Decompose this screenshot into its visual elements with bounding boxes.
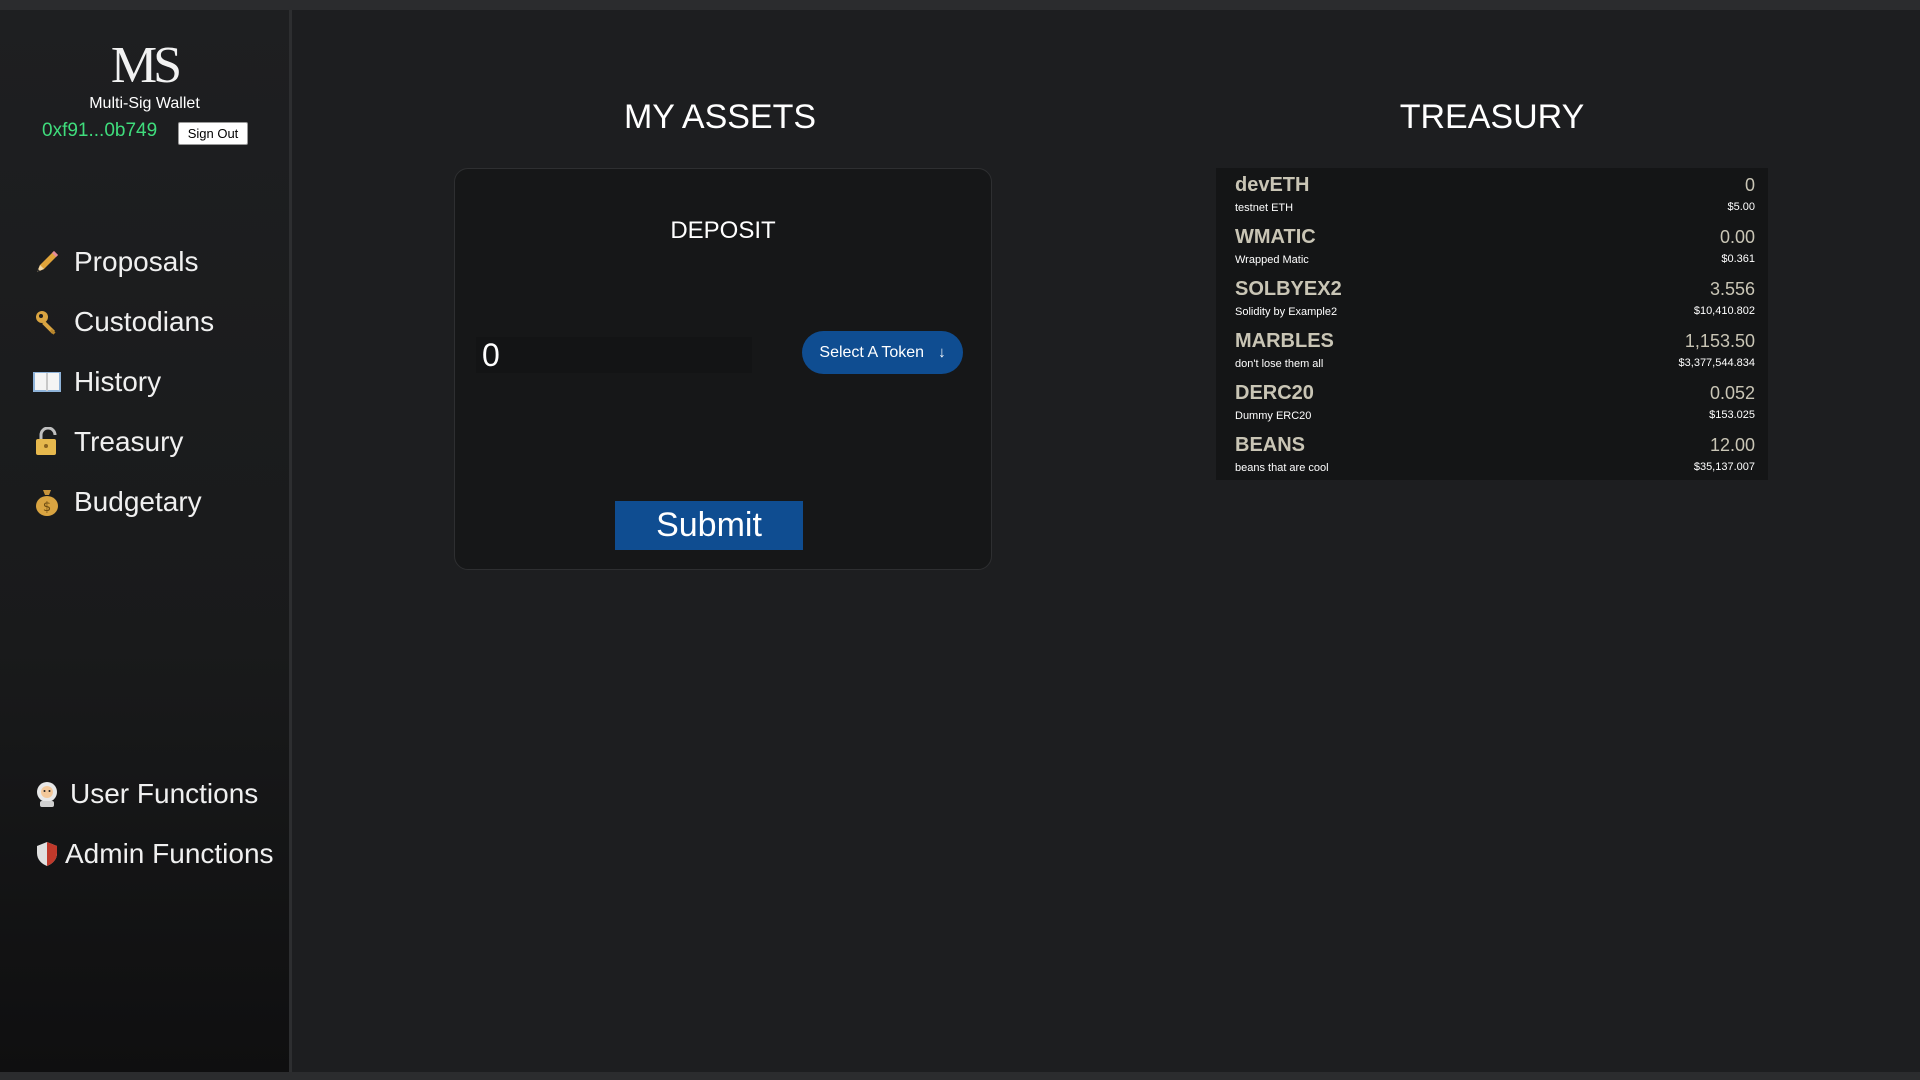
token-row[interactable]: DERC20 Dummy ERC20 0.052 $153.025 <box>1216 376 1768 428</box>
pencil-icon <box>32 247 62 277</box>
deposit-amount-input[interactable] <box>476 337 752 373</box>
token-amount: 3.556 <box>1709 279 1755 299</box>
token-amount: 0.052 <box>1709 383 1755 403</box>
money-bag-icon: $ <box>32 487 62 517</box>
token-name: beans that are cool <box>1235 462 1329 474</box>
token-amount: 0 <box>1744 175 1755 195</box>
token-usd-value: $3,377,544.834 <box>1678 357 1755 369</box>
token-row[interactable]: WMATIC Wrapped Matic 0.00 $0.361 <box>1216 220 1768 272</box>
nav-label: User Functions <box>70 778 259 809</box>
app-name: Multi-Sig Wallet <box>89 95 200 112</box>
svg-text:$: $ <box>43 500 51 515</box>
token-amount: 12.00 <box>1709 435 1755 455</box>
select-token-label: Select A Token <box>819 343 925 361</box>
my-assets-title: MY ASSETS <box>623 98 817 136</box>
app-logo: MS <box>110 37 182 94</box>
treasury-token-list: devETH testnet ETH 0 $5.00 WMATIC Wrappe… <box>1216 168 1768 480</box>
token-name: Dummy ERC20 <box>1235 410 1312 422</box>
shield-icon <box>32 839 62 869</box>
treasury-title: TREASURY <box>1399 98 1585 136</box>
lock-icon <box>32 427 62 457</box>
nav-item-proposals[interactable]: Proposals <box>32 242 199 282</box>
token-name: don't lose them all <box>1235 358 1324 370</box>
token-name: testnet ETH <box>1235 202 1294 214</box>
token-name: Wrapped Matic <box>1235 254 1309 266</box>
token-usd-value: $0.361 <box>1721 253 1755 265</box>
sidebar: MS Multi-Sig Wallet 0xf91...0b749 Sign O… <box>0 10 292 1072</box>
token-usd-value: $35,137.007 <box>1693 461 1755 473</box>
nav-label: Proposals <box>74 246 199 277</box>
nav-label: Treasury <box>74 426 184 457</box>
token-symbol: devETH <box>1235 174 1310 196</box>
deposit-card: DEPOSIT Select A Token ↓ Submit <box>454 168 992 570</box>
nav-label: Custodians <box>74 306 215 337</box>
astronaut-icon <box>32 779 62 809</box>
arrow-down-icon: ↓ <box>938 344 946 361</box>
token-usd-value: $153.025 <box>1709 409 1755 421</box>
token-symbol: SOLBYEX2 <box>1235 278 1342 300</box>
token-usd-value: $5.00 <box>1727 201 1755 213</box>
token-symbol: MARBLES <box>1235 330 1334 352</box>
nav-label: Budgetary <box>74 486 202 517</box>
nav-item-treasury[interactable]: Treasury <box>32 422 183 462</box>
token-row[interactable]: devETH testnet ETH 0 $5.00 <box>1216 168 1768 220</box>
submit-button[interactable]: Submit <box>615 501 803 550</box>
nav-label: History <box>74 366 162 397</box>
token-row[interactable]: SOLBYEX2 Solidity by Example2 3.556 $10,… <box>1216 272 1768 324</box>
token-amount: 0.00 <box>1719 227 1755 247</box>
token-usd-value: $10,410.802 <box>1693 305 1755 317</box>
token-symbol: WMATIC <box>1235 226 1316 248</box>
deposit-title: DEPOSIT <box>670 217 776 244</box>
token-row[interactable]: MARBLES don't lose them all 1,153.50 $3,… <box>1216 324 1768 376</box>
nav-item-user-functions[interactable]: User Functions <box>32 774 258 814</box>
key-icon <box>32 307 62 337</box>
nav-label: Admin Functions <box>65 838 274 869</box>
token-name: Solidity by Example2 <box>1235 306 1338 318</box>
token-row[interactable]: BEANS beans that are cool 12.00 $35,137.… <box>1216 428 1768 480</box>
nav-item-history[interactable]: History <box>32 362 161 402</box>
nav-item-admin-functions[interactable]: Admin Functions <box>32 834 274 874</box>
sign-out-button[interactable]: Sign Out <box>178 122 248 145</box>
nav-item-budgetary[interactable]: $ Budgetary <box>32 482 202 522</box>
book-icon <box>32 367 62 397</box>
token-symbol: BEANS <box>1235 434 1306 456</box>
token-amount: 1,153.50 <box>1684 331 1755 351</box>
wallet-address: 0xf91...0b749 <box>42 120 158 141</box>
nav-item-custodians[interactable]: Custodians <box>32 302 214 342</box>
app-frame: MS Multi-Sig Wallet 0xf91...0b749 Sign O… <box>0 10 1920 1072</box>
select-token-button[interactable]: Select A Token ↓ <box>802 331 963 374</box>
token-symbol: DERC20 <box>1235 382 1314 404</box>
